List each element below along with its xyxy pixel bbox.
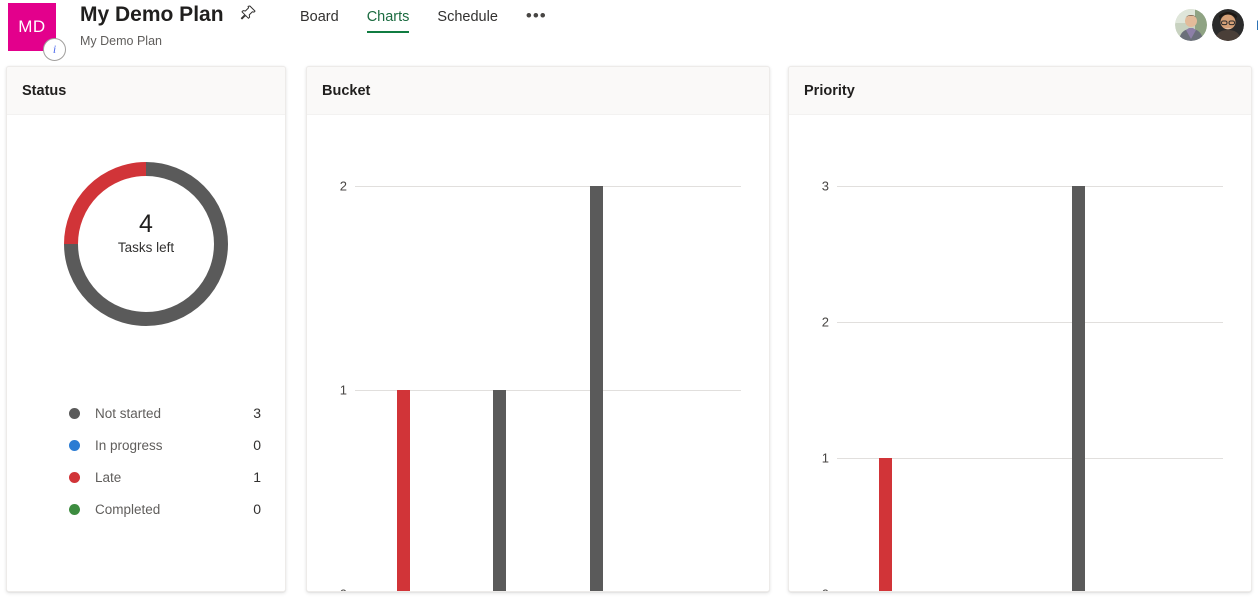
- plan-title-block: My Demo Plan My Demo Plan: [80, 2, 257, 49]
- legend-label-late: Late: [95, 469, 122, 485]
- plan-info-badge[interactable]: i: [43, 38, 66, 61]
- bar-bucket-launch[interactable]: [589, 186, 603, 591]
- bar-bucket-build[interactable]: [493, 390, 507, 591]
- tab-board[interactable]: Board: [300, 0, 339, 30]
- gridline-priority-1: [837, 458, 1223, 459]
- bucket-bar-chart: 012DefineBuildLaunchParking Lot: [307, 115, 769, 592]
- gridline-priority-3: [837, 186, 1223, 187]
- legend-dot-in-progress: [69, 439, 80, 451]
- donut-slice-late: [64, 162, 147, 245]
- legend-dot-late: [69, 471, 80, 483]
- bucket-card-title: Bucket: [322, 82, 371, 99]
- info-icon: i: [52, 42, 57, 56]
- legend-count-late: 1: [253, 469, 261, 485]
- legend-label-completed: Completed: [95, 501, 161, 517]
- legend-item-completed[interactable]: Completed 0: [7, 493, 285, 525]
- y-tick-priority-3: 3: [821, 178, 829, 194]
- legend-item-not-started[interactable]: Not started 3: [7, 397, 285, 429]
- bar-priority-medium[interactable]: [1071, 186, 1085, 591]
- priority-card-title: Priority: [804, 82, 855, 99]
- pin-icon[interactable]: [239, 4, 257, 22]
- priority-bar-chart: 0123UrgentImportantMediumLow: [789, 115, 1251, 592]
- gridline-bucket-1: [355, 390, 741, 391]
- priority-chart-card: Priority 0123UrgentImportantMediumLow: [788, 66, 1252, 592]
- avatar[interactable]: [1175, 9, 1207, 41]
- tab-charts[interactable]: Charts: [366, 0, 409, 33]
- tab-schedule[interactable]: Schedule: [437, 0, 497, 30]
- header-right-group: Members: [1170, 0, 1258, 50]
- y-tick-bucket-0: 0: [321, 587, 347, 592]
- app-header: MD i My Demo Plan My Demo Plan Board Cha…: [0, 0, 1258, 62]
- gridline-priority-2: [837, 322, 1223, 323]
- plan-subtitle: My Demo Plan: [80, 34, 162, 48]
- legend-label-in-progress: In progress: [95, 437, 163, 453]
- legend-label-not-started: Not started: [95, 405, 162, 421]
- status-donut-chart: 4 Tasks left: [7, 129, 285, 359]
- legend-dot-not-started: [69, 407, 80, 419]
- status-card-header: Status: [7, 67, 285, 115]
- priority-card-header: Priority: [789, 67, 1251, 115]
- legend-count-in-progress: 0: [253, 437, 261, 453]
- legend-dot-completed: [69, 503, 80, 515]
- bucket-card-header: Bucket: [307, 67, 769, 115]
- more-options-button[interactable]: •••: [526, 0, 547, 25]
- y-tick-priority-1: 1: [821, 450, 829, 466]
- legend-item-in-progress[interactable]: In progress 0: [7, 429, 285, 461]
- plan-initials: MD: [18, 17, 46, 36]
- bar-bucket-define[interactable]: [396, 390, 410, 591]
- avatar[interactable]: [1212, 9, 1244, 41]
- status-chart-card: Status 4 Tasks left Not started 3 In pro…: [6, 66, 286, 592]
- status-legend: Not started 3 In progress 0 Late 1 Compl…: [7, 397, 285, 525]
- status-card-title: Status: [22, 82, 67, 99]
- gridline-bucket-2: [355, 186, 741, 187]
- bucket-chart-card: Bucket 012DefineBuildLaunchParking Lot: [306, 66, 770, 592]
- y-tick-priority-0: 0: [803, 587, 829, 592]
- donut-svg: [64, 162, 228, 326]
- bar-priority-urgent[interactable]: [878, 458, 892, 591]
- legend-count-completed: 0: [253, 501, 261, 517]
- y-tick-priority-2: 2: [821, 314, 829, 330]
- y-tick-bucket-2: 2: [339, 178, 347, 194]
- legend-item-late[interactable]: Late 1: [7, 461, 285, 493]
- legend-count-not-started: 3: [253, 405, 261, 421]
- page-title: My Demo Plan: [80, 3, 224, 26]
- y-tick-bucket-1: 1: [339, 382, 347, 398]
- nav-tabs: Board Charts Schedule •••: [300, 0, 547, 46]
